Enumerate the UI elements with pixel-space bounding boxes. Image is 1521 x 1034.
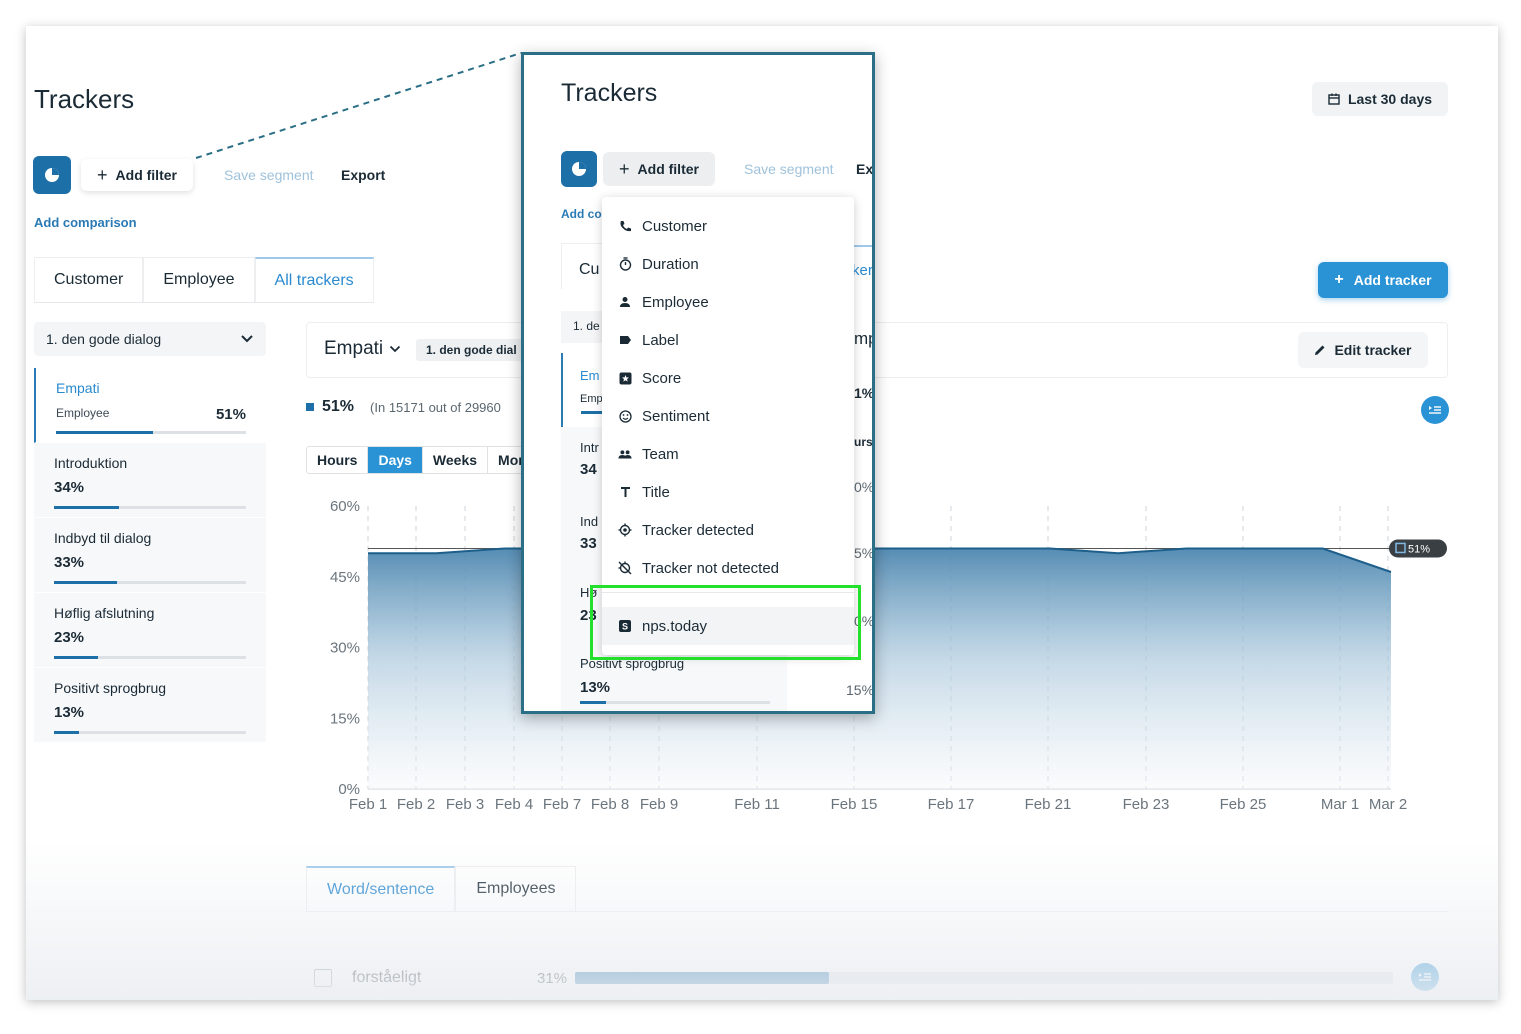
menu-item-team[interactable]: Team — [602, 435, 854, 473]
menu-item-label: Duration — [642, 255, 699, 273]
zoom-intro-pct-fragment: 34 — [580, 461, 597, 478]
zoom-intro-fragment: Intr — [580, 440, 599, 455]
zoom-empati-fragment: mp — [854, 329, 872, 348]
menu-item-duration[interactable]: Duration — [602, 245, 854, 283]
zoom-positivt-bar-fill — [580, 701, 606, 704]
zoom-indb-fragment: Ind — [580, 514, 599, 529]
zoom-hours-fragment: urs — [854, 435, 873, 449]
smiley-icon — [618, 409, 632, 423]
menu-item-title[interactable]: Title — [602, 473, 854, 511]
zoom-indb-pct-fragment: 33 — [580, 535, 597, 552]
zoom-tracker-bar-fragment — [581, 411, 603, 414]
zoom-positivt-pct: 13% — [580, 679, 611, 696]
zoom-add-filter-button[interactable]: + Add filter — [603, 152, 715, 186]
zoom-y45-fragment: 5% — [854, 545, 875, 561]
stopwatch-icon — [618, 257, 632, 271]
highlight-box — [590, 585, 861, 660]
score-icon — [618, 371, 632, 385]
title-icon — [618, 485, 632, 499]
menu-item-label: Customer — [642, 217, 708, 235]
target-off-icon — [618, 561, 632, 575]
menu-item-label: Tracker detected — [642, 521, 754, 539]
menu-item-label: Score — [642, 369, 682, 387]
zoom-tracker-name-fragment: Em — [580, 368, 600, 383]
zoom-pie-button[interactable] — [561, 151, 597, 187]
menu-item-employee[interactable]: Employee — [602, 283, 854, 321]
zoom-save-segment-link[interactable]: Save segment — [744, 161, 834, 177]
menu-item-customer[interactable]: Customer — [602, 207, 854, 245]
zoom-tracker-active-fragment — [561, 353, 603, 427]
team-icon — [618, 447, 632, 461]
menu-item-label: Employee — [642, 293, 709, 311]
menu-item-score[interactable]: Score — [602, 359, 854, 397]
zoom-tracker-sub-fragment: Emp — [580, 393, 603, 405]
zoom-title: Trackers — [561, 79, 658, 107]
pie-chart-icon — [572, 162, 586, 176]
menu-item-label[interactable]: Label — [602, 321, 854, 359]
menu-item-label: Label — [642, 331, 679, 349]
phone-icon — [618, 219, 632, 233]
menu-item-label: Tracker not detected — [642, 559, 780, 577]
zoom-pct-fragment: 1% — [854, 385, 875, 401]
target-icon — [618, 523, 632, 537]
zoom-add-filter-label: Add filter — [637, 161, 699, 177]
menu-item-tracker-detected[interactable]: Tracker detected — [602, 511, 854, 549]
zoom-segment-fragment: 1. de — [573, 319, 600, 333]
menu-item-label: Team — [642, 445, 679, 463]
menu-item-label: Title — [642, 483, 670, 501]
tag-icon — [618, 333, 632, 347]
zoom-y60-fragment: 0% — [854, 479, 875, 495]
person-icon — [618, 295, 632, 309]
menu-item-tracker-not-detected[interactable]: Tracker not detected — [602, 549, 854, 587]
zoom-positivt-bar — [580, 701, 770, 704]
zoom-tab-customer-fragment: Cu — [579, 261, 600, 278]
plus-icon: + — [619, 158, 630, 179]
menu-item-sentiment[interactable]: Sentiment — [602, 397, 854, 435]
menu-item-label: Sentiment — [642, 407, 710, 425]
zoom-y15-fragment: 15% — [846, 682, 875, 698]
zoom-add-comparison-link[interactable]: Add co — [561, 207, 602, 221]
zoom-export-link[interactable]: Ex — [856, 161, 872, 177]
zoom-all-trackers-fragment: kers — [852, 262, 873, 279]
